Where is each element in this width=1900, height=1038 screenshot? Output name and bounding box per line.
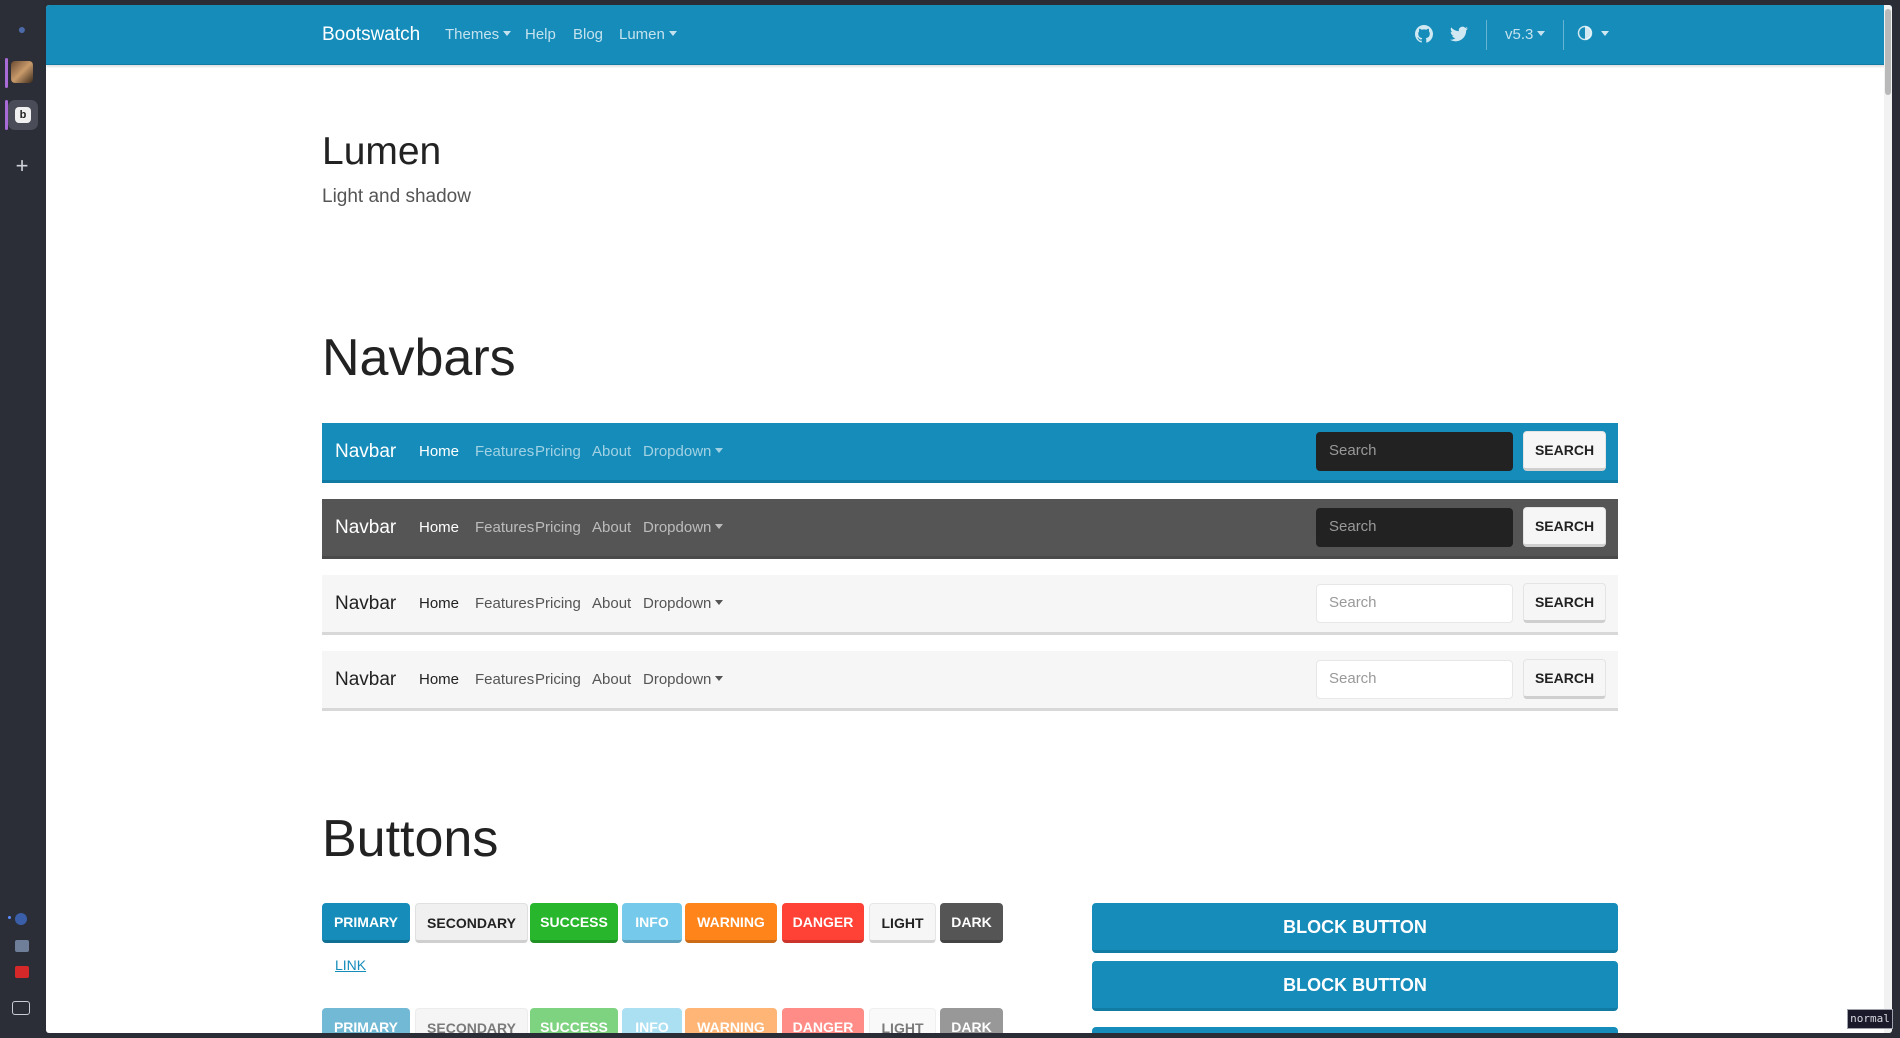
bootswatch-tab-icon[interactable]: b (8, 100, 38, 130)
navbar-home[interactable]: Home (419, 671, 459, 688)
navbar-pricing[interactable]: Pricing (535, 671, 581, 688)
success-button-disabled[interactable]: SUCCESS (530, 1008, 618, 1033)
navbar-brand[interactable]: Navbar (335, 669, 396, 691)
navbar-brand[interactable]: Navbar (335, 517, 396, 539)
navbar-search-input[interactable]: Search (1316, 660, 1513, 699)
nav-blog[interactable]: Blog (573, 26, 603, 43)
navbar-search-button[interactable]: SEARCH (1523, 583, 1606, 623)
navbar-pricing[interactable]: Pricing (535, 519, 581, 536)
navbar-dropdown[interactable]: Dropdown (643, 443, 723, 460)
divider (1563, 20, 1564, 50)
block-button-partial[interactable] (1092, 1027, 1618, 1033)
github-icon[interactable] (1415, 25, 1433, 43)
navbar-dropdown[interactable]: Dropdown (643, 671, 723, 688)
navbar-features[interactable]: Features (475, 671, 534, 688)
nav-themes[interactable]: Themes (445, 26, 511, 43)
navbar-search-button[interactable]: SEARCH (1523, 507, 1606, 547)
light-button-disabled[interactable]: LIGHT (869, 1008, 936, 1033)
dark-button[interactable]: DARK (940, 903, 1003, 943)
danger-button[interactable]: DANGER (782, 903, 864, 943)
primary-button-disabled[interactable]: PRIMARY (322, 1008, 410, 1033)
navbar-about[interactable]: About (592, 671, 631, 688)
info-button[interactable]: INFO (622, 903, 682, 943)
navbar-home[interactable]: Home (419, 595, 459, 612)
warning-button[interactable]: WARNING (685, 903, 777, 943)
browser-sidebar: ● b + (0, 0, 44, 1038)
page-viewport: Bootswatch Themes Help Blog Lumen v5.3 L… (46, 5, 1892, 1033)
block-button[interactable]: BLOCK BUTTON (1092, 961, 1618, 1011)
light-button[interactable]: LIGHT (869, 903, 936, 943)
scroll-thumb[interactable] (1885, 9, 1891, 95)
navbar-features[interactable]: Features (475, 519, 534, 536)
add-tab-icon[interactable]: + (10, 153, 34, 178)
theme-toggle-icon (1577, 25, 1593, 41)
block-button[interactable]: BLOCK BUTTON (1092, 903, 1618, 953)
navbar-search-input[interactable]: Search (1316, 584, 1513, 623)
theme-toggle-dropdown[interactable] (1577, 25, 1609, 43)
globe-small-icon[interactable] (15, 913, 27, 925)
navbar-search-input[interactable]: Search (1316, 508, 1513, 547)
navbar-search-input[interactable]: Search (1316, 432, 1513, 471)
version-dropdown[interactable]: v5.3 (1505, 26, 1545, 43)
indicator-dot (8, 916, 11, 919)
navbar-features[interactable]: Features (475, 595, 534, 612)
danger-button-disabled[interactable]: DANGER (782, 1008, 864, 1033)
navbar-home[interactable]: Home (419, 519, 459, 536)
navbar-dropdown[interactable]: Dropdown (643, 519, 723, 536)
page-title: Lumen (322, 130, 442, 173)
divider (1486, 20, 1487, 50)
window-small-icon[interactable] (15, 940, 29, 952)
twitter-icon[interactable] (1450, 25, 1468, 43)
navbar-pricing[interactable]: Pricing (535, 595, 581, 612)
primary-button[interactable]: PRIMARY (322, 903, 410, 943)
page-lead: Light and shadow (322, 186, 471, 207)
navbar-about[interactable]: About (592, 443, 631, 460)
demo-navbar-light: Navbar Home Features Pricing About Dropd… (322, 575, 1618, 635)
workspace-avatar[interactable] (11, 61, 33, 83)
top-navbar: Bootswatch Themes Help Blog Lumen v5.3 (46, 5, 1892, 65)
active-indicator (5, 58, 8, 88)
navbar-search-button[interactable]: SEARCH (1523, 431, 1606, 471)
info-button-disabled[interactable]: INFO (622, 1008, 682, 1033)
navbar-brand[interactable]: Navbar (335, 593, 396, 615)
demo-navbar-light-2: Navbar Home Features Pricing About Dropd… (322, 651, 1618, 711)
nav-lumen[interactable]: Lumen (619, 26, 677, 43)
navbar-features[interactable]: Features (475, 443, 534, 460)
navbar-about[interactable]: About (592, 519, 631, 536)
navbar-about[interactable]: About (592, 595, 631, 612)
navbar-home[interactable]: Home (419, 443, 459, 460)
navbar-brand[interactable]: Navbar (335, 441, 396, 463)
secondary-button[interactable]: SECONDARY (415, 903, 528, 943)
mode-indicator: normal (1847, 1009, 1893, 1029)
success-button[interactable]: SUCCESS (530, 903, 618, 943)
app-small-icon[interactable] (15, 966, 29, 978)
section-heading-navbars: Navbars (322, 329, 516, 387)
brand-link[interactable]: Bootswatch (322, 24, 420, 46)
navbar-dropdown[interactable]: Dropdown (643, 595, 723, 612)
navbar-pricing[interactable]: Pricing (535, 443, 581, 460)
nav-help[interactable]: Help (525, 26, 556, 43)
section-heading-buttons: Buttons (322, 810, 499, 868)
sidebar-toggle-icon[interactable] (12, 1001, 30, 1015)
page-scrollbar[interactable] (1884, 5, 1892, 1033)
globe-icon[interactable]: ● (10, 17, 34, 41)
dark-button-disabled[interactable]: DARK (940, 1008, 1003, 1033)
link-button[interactable]: LINK (335, 957, 366, 973)
navbar-search-button[interactable]: SEARCH (1523, 659, 1606, 699)
demo-navbar-dark: Navbar Home Features Pricing About Dropd… (322, 499, 1618, 559)
warning-button-disabled[interactable]: WARNING (685, 1008, 777, 1033)
demo-navbar-primary: Navbar Home Features Pricing About Dropd… (322, 423, 1618, 483)
secondary-button-disabled[interactable]: SECONDARY (415, 1008, 528, 1033)
